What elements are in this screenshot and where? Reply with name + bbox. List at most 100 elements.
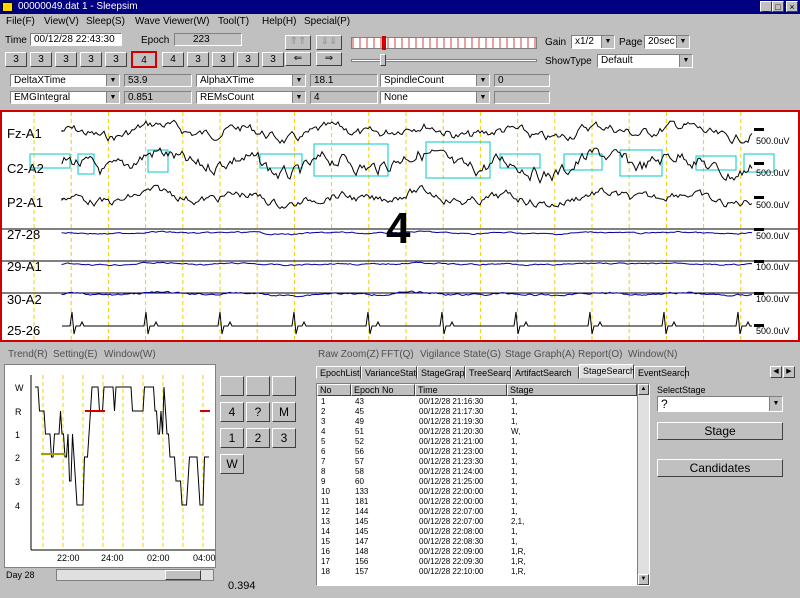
menu-wave-viewer[interactable]: Wave Viewer(W) [135,16,209,27]
candidates-button[interactable]: Candidates [657,459,783,477]
gain-select[interactable]: x1/2 ▼ [571,35,615,49]
trend-chart[interactable]: W R 1 2 3 4 22:00 24:00 02:00 04:00 [4,364,216,568]
table-row[interactable]: 10 133 00/12/28 22:00:00 1, [317,487,637,496]
menu-setting[interactable]: Setting(E) [53,349,97,360]
table-row[interactable]: 6 56 00/12/28 21:23:00 1, [317,447,637,456]
table-row[interactable]: 5 52 00/12/28 21:21:00 1, [317,437,637,446]
menu-special[interactable]: Special(P) [304,16,350,27]
chevron-down-icon[interactable]: ▼ [476,92,489,103]
stage-button[interactable]: 4 [162,52,184,67]
key-blank[interactable] [246,376,270,396]
param-select-delta[interactable]: DeltaXTime ▼ [10,74,120,87]
close-button[interactable]: × [786,1,798,12]
chevron-down-icon[interactable]: ▼ [679,55,692,67]
column-header-no[interactable]: No [317,384,351,396]
stage-button[interactable]: 3 [5,52,27,67]
menu-raw-zoom[interactable]: Raw Zoom(Z) [318,349,379,360]
hypnogram[interactable] [5,365,215,567]
table-row[interactable]: 15 147 00/12/28 22:08:30 1, [317,537,637,546]
table-row[interactable]: 8 58 00/12/28 21:24:00 1, [317,467,637,476]
maximize-button[interactable]: □ [772,1,784,12]
page-select[interactable]: 20sec ▼ [644,35,690,49]
table-row[interactable]: 18 157 00/12/28 22:10:00 1,R, [317,567,637,576]
param-select-rems[interactable]: REMsCount ▼ [196,91,306,104]
position-marker[interactable] [382,36,386,50]
tab-event-search[interactable]: EventSearch [634,366,690,379]
tab-tree-search[interactable]: TreeSearch [465,366,516,379]
tab-variance-state[interactable]: VarianceState [361,366,421,379]
table-row[interactable]: 2 45 00/12/28 21:17:30 1, [317,407,637,416]
key-2[interactable]: 2 [246,428,270,448]
nav-right-button[interactable]: ⇒ [316,52,342,66]
table-row[interactable]: 4 51 00/12/28 21:20:30 W, [317,427,637,436]
nav-up-button[interactable]: ⇑⇑ [285,35,311,50]
stage-button[interactable]: 3 [212,52,234,67]
chevron-down-icon[interactable]: ▼ [769,397,782,411]
menu-file[interactable]: File(F) [6,16,35,27]
table-row[interactable]: 17 156 00/12/28 22:09:30 1,R, [317,557,637,566]
stage-button[interactable]: Stage [657,422,783,440]
scroll-up-icon[interactable]: ▲ [638,384,649,395]
chevron-down-icon[interactable]: ▼ [292,92,305,103]
stage-button[interactable]: 3 [105,52,127,67]
table-row[interactable]: 11 181 00/12/28 22:00:00 1, [317,497,637,506]
menu-tool[interactable]: Tool(T) [218,16,249,27]
nav-left-button[interactable]: ⇐ [285,52,311,66]
stage-button[interactable]: 3 [30,52,52,67]
stage-button[interactable]: 3 [237,52,259,67]
tab-epoch-list[interactable]: EpochList [316,366,361,379]
menu-window-right[interactable]: Window(N) [628,349,677,360]
tab-scroll-left-icon[interactable]: ◀ [770,366,782,378]
column-header-stage[interactable]: Stage [507,384,637,396]
waveform-panel[interactable]: Fz-A1 C2-A2 P2-A1 27-28 29-A1 30-A2 25-2… [0,110,800,342]
table-row[interactable]: 14 145 00/12/28 22:08:00 1, [317,527,637,536]
param-select-emg[interactable]: EMGIntegral ▼ [10,91,120,104]
list-scrollbar[interactable]: ▲ ▼ [637,384,649,585]
param-select-spindle[interactable]: SpindleCount ▼ [380,74,490,87]
stage-button[interactable]: 3 [262,52,284,67]
page-slider-track[interactable] [351,59,537,62]
scroll-thumb[interactable] [165,570,201,580]
position-strip[interactable] [351,37,537,49]
key-w[interactable]: W [220,454,244,474]
tab-stage-search[interactable]: StageSearch [579,364,635,379]
table-row[interactable]: 3 49 00/12/28 21:19:30 1, [317,417,637,426]
table-row[interactable]: 13 145 00/12/28 22:07:00 2,1, [317,517,637,526]
trend-hscroll[interactable] [56,569,214,581]
chevron-down-icon[interactable]: ▼ [292,75,305,86]
menu-trend[interactable]: Trend(R) [8,349,48,360]
stage-button[interactable]: 3 [55,52,77,67]
menu-help[interactable]: Help(H) [262,16,296,27]
menu-report[interactable]: Report(O) [578,349,622,360]
key-blank[interactable] [220,376,244,396]
showtype-select[interactable]: Default ▼ [597,54,693,68]
table-row[interactable]: 7 57 00/12/28 21:23:30 1, [317,457,637,466]
tab-scroll-right-icon[interactable]: ▶ [783,366,795,378]
nav-down-button[interactable]: ⇓⇓ [316,35,342,50]
key-4[interactable]: 4 [220,402,244,422]
stage-search-list[interactable]: No Epoch No Time Stage 1 43 00/12/28 21:16… [316,383,650,586]
menu-view[interactable]: View(V) [44,16,79,27]
page-slider-thumb[interactable] [380,54,386,66]
param-select-alpha[interactable]: AlphaXTime ▼ [196,74,306,87]
chevron-down-icon[interactable]: ▼ [601,36,614,48]
table-row[interactable]: 12 144 00/12/28 22:07:00 1, [317,507,637,516]
key-unknown[interactable]: ? [246,402,270,422]
column-header-epoch[interactable]: Epoch No [351,384,415,396]
stage-button[interactable]: 3 [187,52,209,67]
chevron-down-icon[interactable]: ▼ [106,92,119,103]
tab-artifact-search[interactable]: ArtifactSearch [511,366,579,379]
key-blank[interactable] [272,376,296,396]
menu-window-left[interactable]: Window(W) [104,349,156,360]
key-3[interactable]: 3 [272,428,296,448]
chevron-down-icon[interactable]: ▼ [106,75,119,86]
minimize-button[interactable]: _ [760,1,772,12]
select-stage-dropdown[interactable]: ? ▼ [657,396,783,412]
table-row[interactable]: 16 148 00/12/28 22:09:00 1,R, [317,547,637,556]
stage-button[interactable]: 3 [80,52,102,67]
column-header-time[interactable]: Time [415,384,507,396]
menu-fft[interactable]: FFT(Q) [381,349,414,360]
table-row[interactable]: 9 60 00/12/28 21:25:00 1, [317,477,637,486]
param-select-none[interactable]: None ▼ [380,91,490,104]
key-m[interactable]: M [272,402,296,422]
